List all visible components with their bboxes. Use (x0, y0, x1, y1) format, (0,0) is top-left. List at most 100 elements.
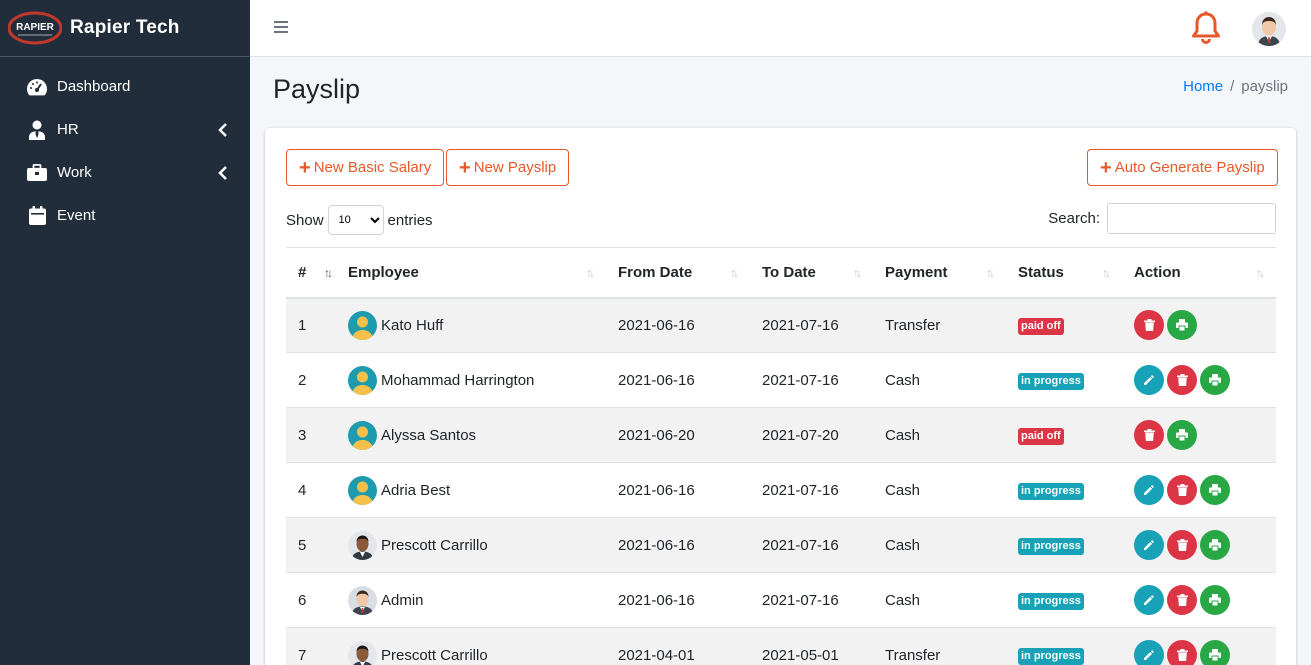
delete-button[interactable] (1167, 530, 1197, 560)
calendar-icon (26, 206, 48, 226)
sidebar-nav: Dashboard HR Work Event (0, 57, 250, 237)
employee-cell: Alyssa Santos (336, 407, 606, 463)
print-button[interactable] (1200, 640, 1230, 665)
payment-method: Cash (873, 572, 1006, 628)
to-date: 2021-07-16 (750, 517, 873, 573)
brand[interactable]: RAPIER Rapier Tech (0, 0, 250, 57)
table-row: 1 Kato Huff 2021-06-16 2021-07-16 Transfer pa… (286, 297, 1276, 353)
print-icon (1209, 539, 1221, 551)
print-button[interactable] (1200, 530, 1230, 560)
to-date: 2021-07-16 (750, 352, 873, 408)
search-input[interactable] (1107, 203, 1276, 234)
top-navbar (250, 0, 1311, 57)
delete-button[interactable] (1167, 640, 1197, 665)
sidebar-item-label: Dashboard (57, 78, 131, 95)
new-payslip-button[interactable]: + New Payslip (446, 149, 570, 186)
payment-method: Transfer (873, 627, 1006, 665)
action-cell (1122, 407, 1276, 463)
status-badge: in progress (1018, 592, 1084, 610)
employee-avatar (348, 365, 377, 395)
payment-method: Transfer (873, 297, 1006, 353)
breadcrumb: Home / payslip (1183, 78, 1288, 95)
from-date: 2021-06-16 (606, 517, 750, 573)
user-avatar[interactable] (1252, 12, 1286, 46)
print-button[interactable] (1200, 475, 1230, 505)
breadcrumb-home-link[interactable]: Home (1183, 78, 1223, 95)
employee-name: Mohammad Harrington (381, 371, 535, 389)
action-cell (1122, 352, 1276, 408)
trash-icon (1176, 594, 1188, 606)
chevron-left-icon (218, 122, 227, 137)
sidebar-item-work[interactable]: Work (0, 151, 250, 194)
delete-button[interactable] (1134, 420, 1164, 450)
print-button[interactable] (1167, 310, 1197, 341)
payslip-table: # ↑↓ Employee ↑↓ From Date ↑↓ To Date ↑↓ Pay… (286, 247, 1276, 665)
sidebar-item-event[interactable]: Event (0, 194, 250, 237)
print-button[interactable] (1167, 420, 1197, 450)
pencil-icon (1143, 539, 1155, 551)
sort-asc-icon: ↑↓ (324, 266, 333, 280)
print-button[interactable] (1200, 365, 1230, 395)
edit-button[interactable] (1134, 475, 1164, 505)
menu-toggle-icon[interactable] (274, 21, 288, 33)
edit-button[interactable] (1134, 365, 1164, 395)
delete-button[interactable] (1167, 585, 1197, 615)
payment-method: Cash (873, 352, 1006, 408)
status-cell: in progress (1006, 627, 1122, 665)
status-badge: in progress (1018, 647, 1084, 665)
column-header-payment[interactable]: Payment ↑↓ (873, 247, 1006, 299)
employee-cell: Prescott Carrillo (336, 627, 606, 665)
column-header-number[interactable]: # ↑↓ (286, 247, 336, 299)
pencil-icon (1143, 594, 1155, 606)
delete-button[interactable] (1134, 310, 1164, 341)
entries-select[interactable]: 10 (327, 205, 384, 235)
sort-icon: ↑↓ (1102, 266, 1111, 280)
sort-icon: ↑↓ (986, 266, 995, 280)
auto-generate-payslip-button[interactable]: + Auto Generate Payslip (1087, 149, 1278, 186)
chevron-left-icon (218, 165, 227, 180)
status-cell: in progress (1006, 572, 1122, 628)
column-header-employee[interactable]: Employee ↑↓ (336, 247, 606, 299)
pencil-icon (1143, 374, 1155, 386)
column-header-from-date[interactable]: From Date ↑↓ (606, 247, 750, 299)
sidebar-item-dashboard[interactable]: Dashboard (0, 65, 250, 108)
sidebar-item-label: HR (57, 121, 79, 138)
brand-name: Rapier Tech (70, 17, 180, 38)
sidebar: RAPIER Rapier Tech Dashboard HR Work Eve… (0, 0, 250, 665)
trash-icon (1143, 429, 1155, 441)
employee-name: Adria Best (381, 481, 451, 499)
edit-button[interactable] (1134, 530, 1164, 560)
bell-icon[interactable] (1190, 10, 1222, 46)
column-header-to-date[interactable]: To Date ↑↓ (750, 247, 873, 299)
to-date: 2021-07-16 (750, 297, 873, 353)
from-date: 2021-06-16 (606, 297, 750, 353)
print-icon (1209, 594, 1221, 606)
payslip-card: + New Basic Salary + New Payslip + Auto Gen… (265, 128, 1296, 665)
delete-button[interactable] (1167, 475, 1197, 505)
sidebar-item-hr[interactable]: HR (0, 108, 250, 151)
page-length-control: Show 10 entries (286, 205, 433, 235)
print-button[interactable] (1200, 585, 1230, 615)
action-cell (1122, 297, 1276, 353)
edit-button[interactable] (1134, 585, 1164, 615)
from-date: 2021-06-16 (606, 462, 750, 518)
new-basic-salary-button[interactable]: + New Basic Salary (286, 149, 445, 186)
employee-avatar (348, 310, 377, 340)
row-number: 5 (286, 517, 336, 573)
column-header-action[interactable]: Action ↑↓ (1122, 247, 1276, 299)
sort-icon: ↑↓ (730, 266, 739, 280)
delete-button[interactable] (1167, 365, 1197, 395)
edit-button[interactable] (1134, 640, 1164, 665)
employee-cell: Adria Best (336, 462, 606, 518)
employee-name: Kato Huff (381, 316, 444, 334)
employee-name: Prescott Carrillo (381, 536, 488, 554)
print-icon (1209, 649, 1221, 662)
trash-icon (1176, 649, 1188, 662)
to-date: 2021-07-16 (750, 462, 873, 518)
status-cell: in progress (1006, 462, 1122, 518)
status-badge: in progress (1018, 482, 1084, 500)
status-cell: in progress (1006, 517, 1122, 573)
new-basic-salary-label: New Basic Salary (313, 159, 432, 176)
column-header-status[interactable]: Status ↑↓ (1006, 247, 1122, 299)
row-number: 2 (286, 352, 336, 408)
